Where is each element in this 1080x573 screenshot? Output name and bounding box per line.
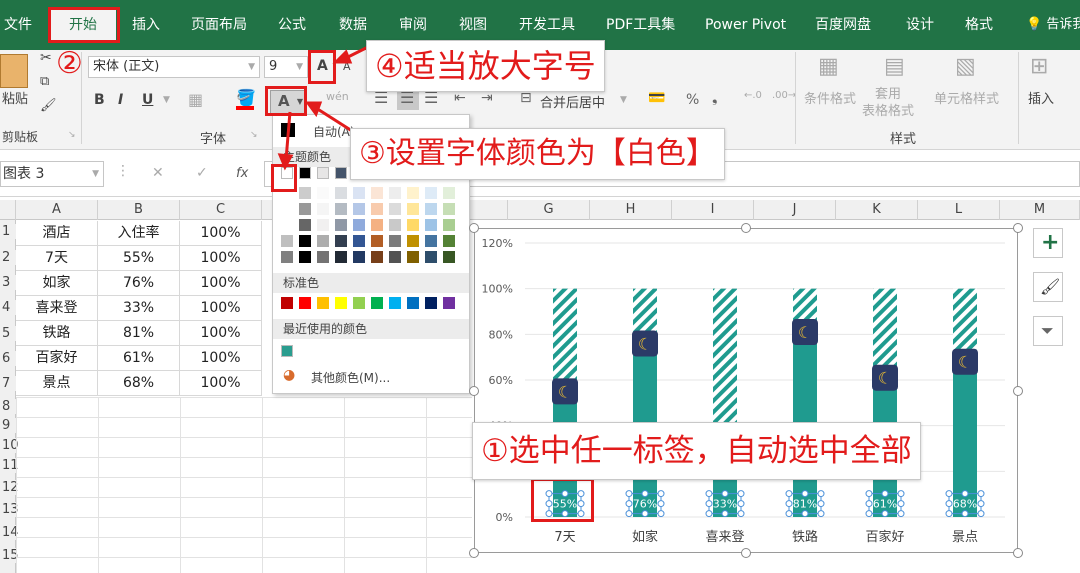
callout-step3: ③设置字体颜色为【白色】 bbox=[350, 128, 725, 180]
callout-step2: ② bbox=[56, 46, 83, 81]
callout-step1: ①选中任一标签，自动选中全部 bbox=[472, 422, 921, 480]
callout-step4: ④适当放大字号 bbox=[366, 40, 605, 92]
